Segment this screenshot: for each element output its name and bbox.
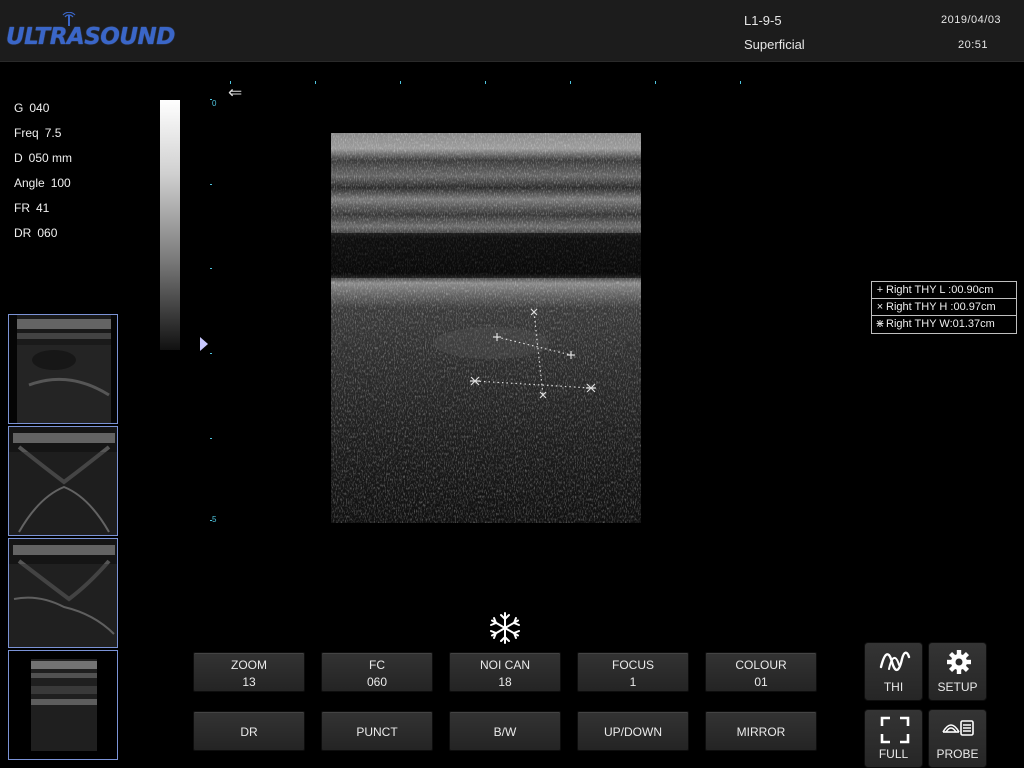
up-down-button[interactable]: UP/DOWN	[577, 711, 689, 751]
button-label: FOCUS	[612, 658, 654, 672]
button-value: 18	[498, 675, 512, 689]
button-label: PROBE	[936, 747, 979, 761]
mirror-button[interactable]: MIRROR	[705, 711, 817, 751]
thumbnail-scan	[9, 651, 117, 759]
measurement-row-height: × Right THY H :00.97cm	[872, 299, 1016, 316]
button-label: ZOOM	[231, 658, 267, 672]
depth-tick	[210, 184, 212, 185]
ultrasound-image[interactable]	[331, 133, 641, 523]
button-label: DR	[240, 725, 258, 739]
button-label: UP/DOWN	[604, 725, 662, 739]
ultrasound-logo: ULTRASOUND	[6, 12, 175, 56]
button-label: COLOUR	[735, 658, 787, 672]
button-label: FC	[369, 658, 385, 672]
width-tick	[655, 81, 656, 84]
depth-tick	[210, 353, 212, 354]
fullscreen-icon	[880, 716, 910, 744]
focus-button[interactable]: FOCUS 1	[577, 652, 689, 692]
button-value: 1	[629, 675, 637, 689]
thumbnail-image[interactable]	[8, 650, 118, 760]
width-tick	[570, 81, 571, 84]
gear-icon	[947, 650, 971, 674]
button-label: MIRROR	[736, 725, 786, 739]
logo-text: ULTRASOUND	[6, 24, 175, 50]
param-angle: Angle 100	[14, 176, 71, 190]
param-frequency: Freq 7.5	[14, 126, 62, 140]
measurement-row-length: + Right THY L :00.90cm	[872, 282, 1016, 299]
button-label: B/W	[493, 725, 517, 739]
width-tick	[740, 81, 741, 84]
width-tick	[400, 81, 401, 84]
button-label: NOI CAN	[479, 658, 530, 672]
arrow-left-icon: ⇐	[228, 83, 243, 102]
measurement-row-width: ⋇Right THY W:01.37cm	[875, 318, 995, 330]
depth-label-bottom: 5	[212, 515, 217, 524]
probe-name: L1-9-5	[744, 13, 782, 28]
thumbnail-image[interactable]	[8, 426, 118, 536]
param-frame-rate: FR 41	[14, 201, 50, 215]
width-tick	[485, 81, 486, 84]
button-value: 01	[754, 675, 768, 689]
depth-tick	[210, 268, 212, 269]
depth-tick	[210, 99, 212, 100]
dr-button[interactable]: DR	[193, 711, 305, 751]
button-label: PUNCT	[356, 725, 398, 739]
param-dynamic-range: DR 060	[14, 226, 58, 240]
thumbnail-scan	[17, 315, 111, 423]
button-label: THI	[883, 680, 904, 694]
thumbnail-image[interactable]	[8, 538, 118, 648]
thumbnail-image[interactable]	[8, 314, 118, 424]
thumbnail-scan	[9, 539, 117, 647]
probe-icon	[942, 720, 974, 736]
fc-button[interactable]: FC 060	[321, 652, 433, 692]
depth-tick	[210, 438, 212, 439]
button-label: FULL	[878, 747, 909, 761]
grayscale-bar	[160, 100, 180, 350]
colour-button[interactable]: COLOUR 01	[705, 652, 817, 692]
bw-button[interactable]: B/W	[449, 711, 561, 751]
probe-button[interactable]: PROBE	[928, 709, 987, 768]
noise-cancel-button[interactable]: NOI CAN 18	[449, 652, 561, 692]
button-label: SETUP	[937, 680, 978, 694]
header-bar: ULTRASOUND L1-9-5 Superficial 2019/04/03…	[0, 0, 1024, 62]
depth-tick	[210, 520, 212, 521]
setup-button[interactable]: SETUP	[928, 642, 987, 701]
zoom-button[interactable]: ZOOM 13	[193, 652, 305, 692]
full-button[interactable]: FULL	[864, 709, 923, 768]
thi-button[interactable]: THI	[864, 642, 923, 701]
width-tick	[315, 81, 316, 84]
snowflake-icon[interactable]	[488, 611, 522, 645]
puncture-button[interactable]: PUNCT	[321, 711, 433, 751]
button-value: 060	[366, 675, 388, 689]
thumbnail-scan	[9, 427, 117, 535]
depth-label-top: 0	[212, 99, 217, 108]
measurement-legend: + Right THY L :00.90cm × Right THY H :00.9…	[871, 281, 1017, 334]
exam-type: Superficial	[744, 37, 805, 52]
time-display: 20:51	[958, 39, 989, 51]
focus-marker-icon[interactable]	[200, 337, 208, 351]
button-value: 13	[242, 675, 256, 689]
date-display: 2019/04/03	[941, 14, 1002, 26]
wave-icon	[879, 651, 911, 672]
param-gain: G 040	[14, 101, 50, 115]
param-depth: D 050 mm	[14, 151, 73, 165]
